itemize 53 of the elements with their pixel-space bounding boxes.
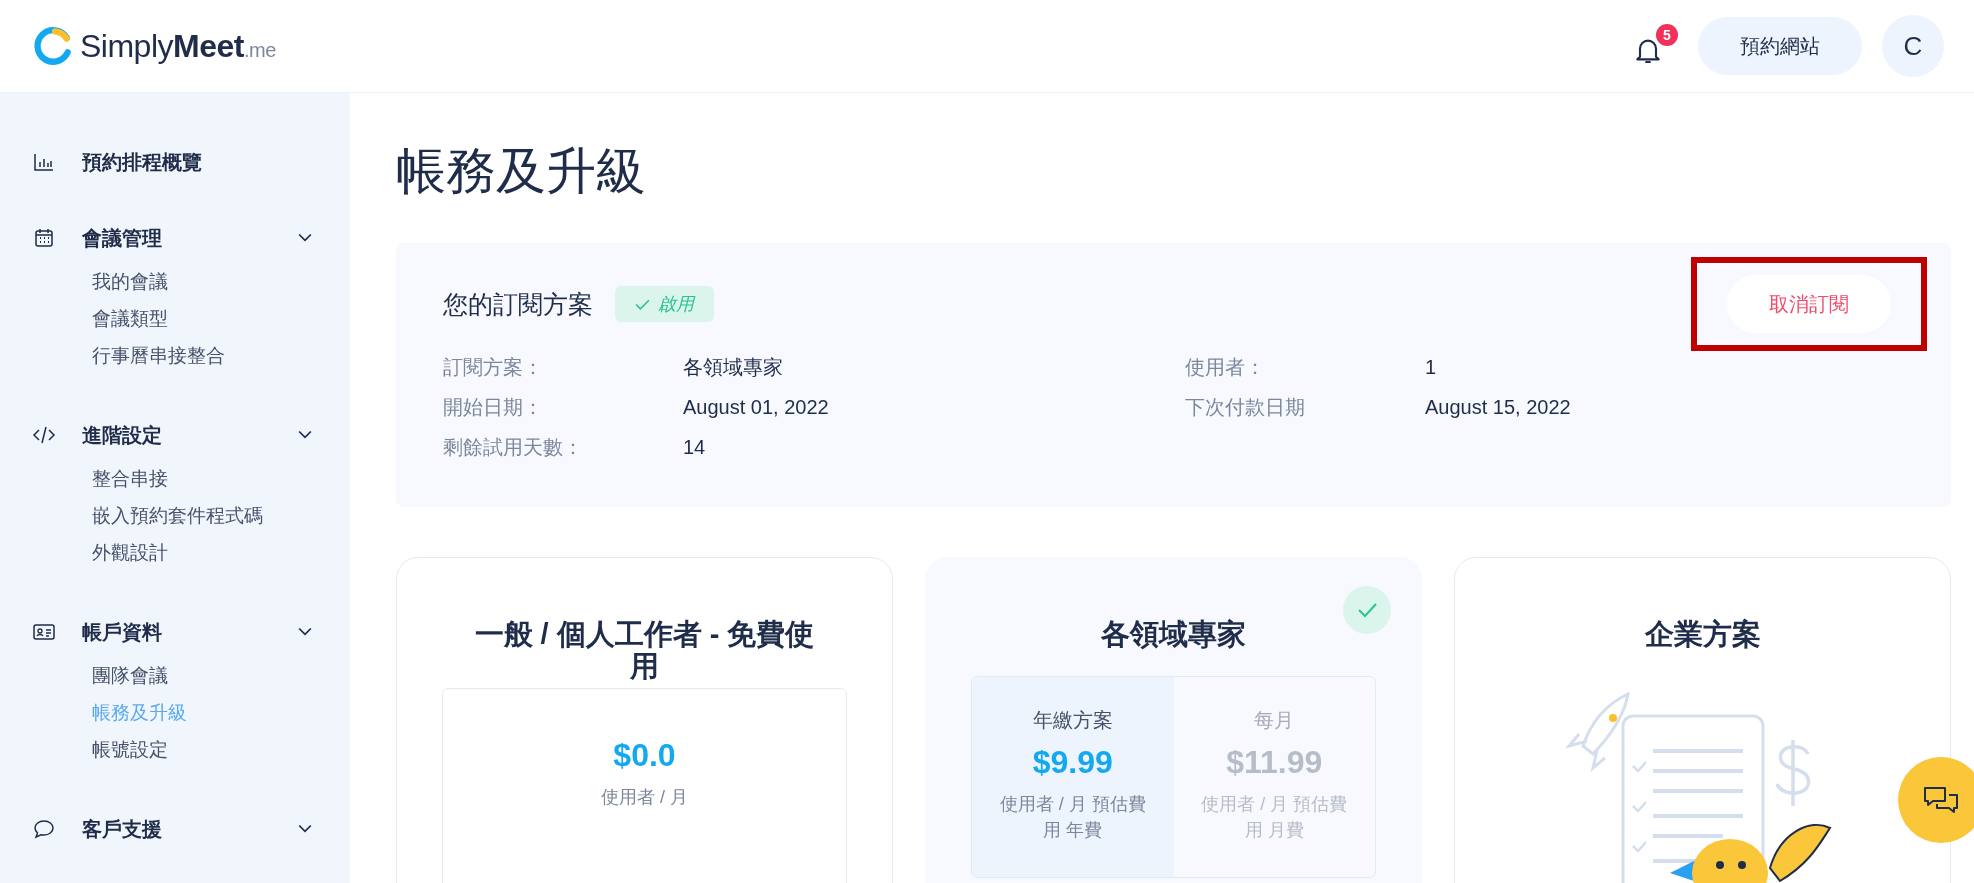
avatar[interactable]: C bbox=[1882, 15, 1944, 77]
sidebar-section[interactable]: 預約排程概覽 bbox=[82, 148, 202, 176]
chevron-down-icon[interactable] bbox=[298, 824, 312, 834]
detail-label: 剩餘試用天數： bbox=[443, 435, 584, 460]
chevron-down-icon[interactable] bbox=[298, 430, 312, 440]
detail-value: 14 bbox=[683, 435, 706, 460]
check-icon bbox=[1343, 586, 1391, 634]
detail-label: 訂閱方案： bbox=[443, 355, 544, 380]
detail-value: 1 bbox=[1425, 355, 1437, 380]
price-note: 使用者 / 月 預估費用 月費 bbox=[1200, 793, 1349, 842]
price-note: 使用者 / 月 bbox=[601, 786, 688, 809]
price-note: 使用者 / 月 預估費用 年費 bbox=[998, 793, 1147, 842]
price: $9.99 bbox=[1032, 744, 1113, 781]
detail-value: 各領域專家 bbox=[683, 355, 783, 380]
calendar-icon bbox=[32, 226, 56, 250]
sidebar-section[interactable]: 進階設定 bbox=[82, 421, 162, 449]
sidebar-section[interactable]: 客戶支援 bbox=[82, 815, 162, 843]
booking-site-button[interactable]: 預約網站 bbox=[1698, 17, 1862, 75]
status-badge: 啟用 bbox=[615, 286, 714, 322]
sidebar-item[interactable]: 帳號設定 bbox=[92, 731, 350, 768]
notification-button[interactable]: 5 bbox=[1632, 24, 1678, 68]
option-label: 年繳方案 bbox=[1032, 708, 1113, 733]
detail-value: August 15, 2022 bbox=[1425, 395, 1571, 420]
price: $0.0 bbox=[613, 737, 676, 774]
subscription-title: 您的訂閱方案 bbox=[443, 288, 593, 320]
sidebar-item[interactable]: 我的會議 bbox=[92, 263, 350, 300]
sidebar-section[interactable]: 會議管理 bbox=[82, 224, 162, 252]
option-label: 每月 bbox=[1254, 708, 1295, 733]
detail-label: 使用者： bbox=[1185, 355, 1266, 380]
billing-option[interactable]: 年繳方案 $9.99 使用者 / 月 預估費用 年費 bbox=[972, 677, 1174, 877]
plan-name: 各領域專家 bbox=[1100, 618, 1247, 650]
detail-label: 開始日期： bbox=[443, 395, 544, 420]
sidebar-item[interactable]: 會議類型 bbox=[92, 300, 350, 337]
chevron-down-icon[interactable] bbox=[298, 233, 312, 243]
detail-value: August 01, 2022 bbox=[683, 395, 829, 420]
sidebar-item[interactable]: 行事曆串接整合 bbox=[92, 337, 350, 374]
sidebar-item[interactable]: 外觀設計 bbox=[92, 534, 350, 571]
logo-icon bbox=[32, 25, 74, 67]
price: $11.99 bbox=[1226, 744, 1323, 781]
notification-badge: 5 bbox=[1656, 24, 1678, 46]
sidebar-item[interactable]: 嵌入預約套件程式碼 bbox=[92, 497, 350, 534]
chevron-down-icon[interactable] bbox=[298, 627, 312, 637]
brand-name: SimplyMeet.me bbox=[80, 27, 276, 65]
page-title: 帳務及升級 bbox=[396, 142, 647, 201]
detail-label: 下次付款日期 bbox=[1185, 395, 1306, 420]
chat-bubble-icon bbox=[32, 817, 56, 841]
plan-name: 企業方案 bbox=[1643, 618, 1762, 650]
sidebar-item[interactable]: 整合串接 bbox=[92, 460, 350, 497]
cancel-subscription-button[interactable]: 取消訂閱 bbox=[1727, 275, 1891, 333]
sidebar-item[interactable]: 團隊會議 bbox=[92, 657, 350, 694]
plan-name: 一般 / 個人工作者 - 免費使用 bbox=[473, 618, 816, 682]
chat-icon bbox=[1921, 784, 1961, 816]
sidebar-section[interactable]: 帳戶資料 bbox=[82, 618, 162, 646]
